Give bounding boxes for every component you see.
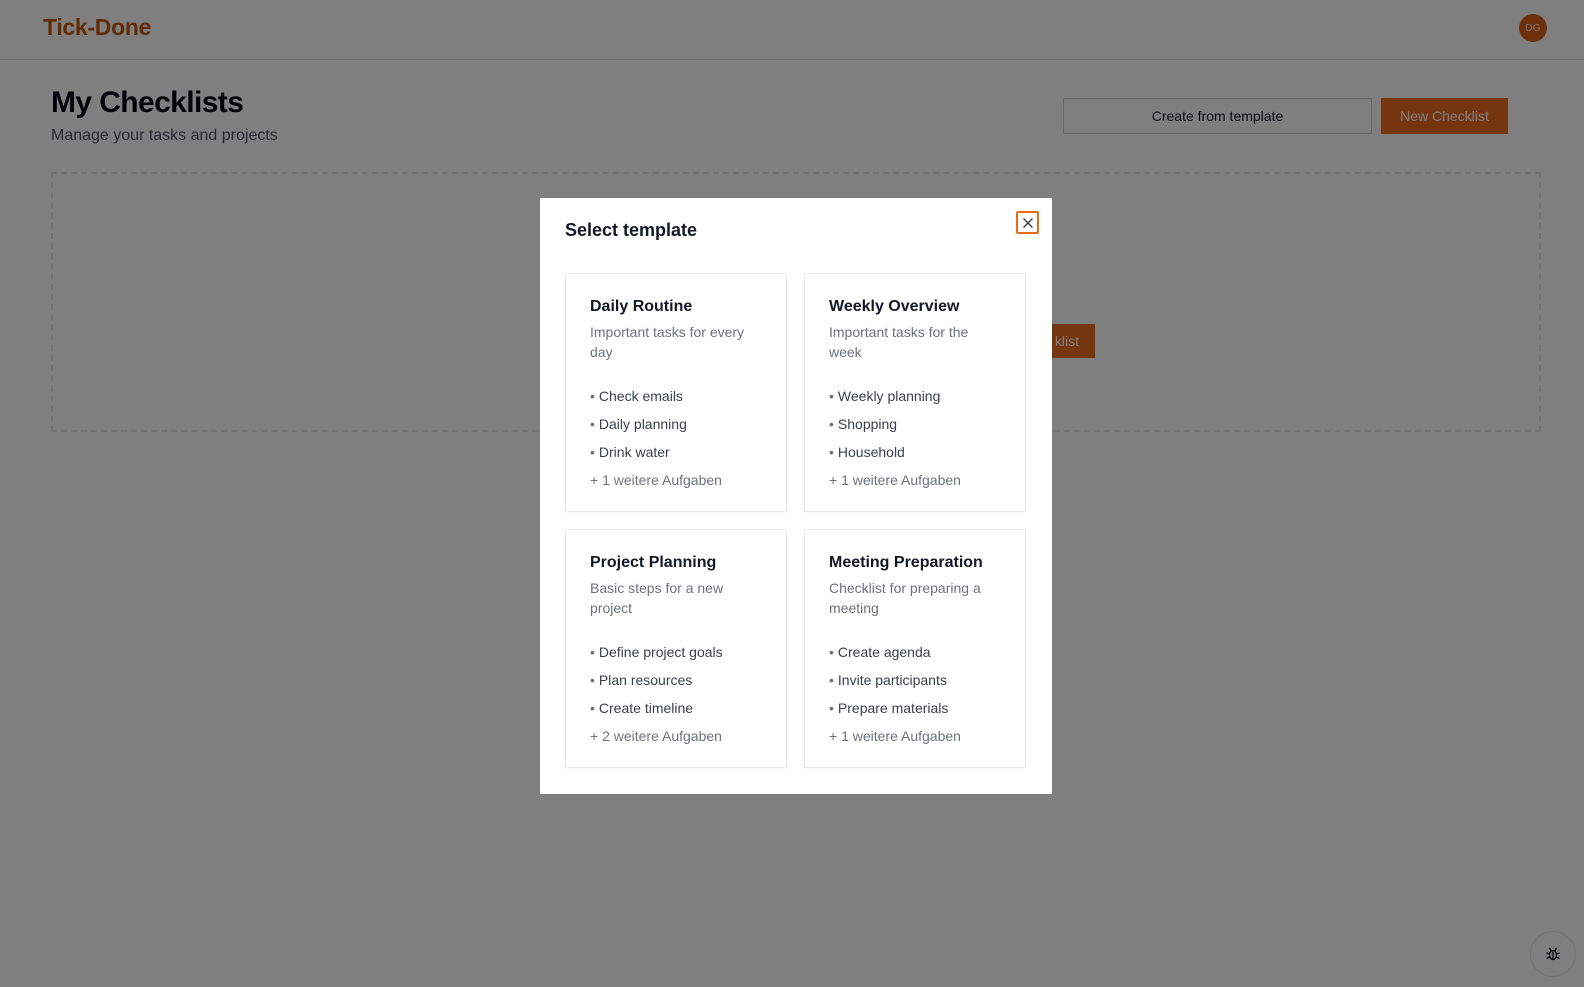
dialog-title: Select template — [565, 220, 698, 240]
template-card-meeting-preparation[interactable]: Meeting Preparation Checklist for prepar… — [804, 529, 1026, 768]
template-task: • Define project goals — [590, 642, 762, 662]
bullet: • — [829, 672, 834, 688]
template-task-label: Define project goals — [598, 644, 723, 660]
template-description: Important tasks for the week — [829, 324, 969, 360]
template-more-tasks: + 2 weitere Aufgaben — [590, 728, 722, 744]
bullet: • — [829, 644, 834, 660]
template-task-label: Create timeline — [598, 700, 694, 716]
template-more-tasks: + 1 weitere Aufgaben — [829, 728, 961, 744]
bullet: • — [829, 444, 834, 460]
bullet: • — [590, 644, 595, 660]
template-task-label: Drink water — [598, 444, 670, 460]
template-task: • Create timeline — [590, 698, 762, 718]
template-task-label: Check emails — [598, 388, 683, 404]
bullet: • — [590, 416, 595, 432]
template-title: Meeting Preparation — [829, 554, 983, 571]
template-task-label: Household — [837, 444, 905, 460]
template-card-weekly-overview[interactable]: Weekly Overview Important tasks for the … — [804, 273, 1026, 512]
template-task-label: Weekly planning — [837, 388, 941, 404]
template-task: • Daily planning — [590, 414, 762, 434]
template-task-list: • Weekly planning • Shopping • Household — [829, 386, 1001, 462]
template-task-label: Create agenda — [837, 644, 931, 660]
template-title: Weekly Overview — [829, 298, 960, 315]
template-task: • Plan resources — [590, 670, 762, 690]
template-task: • Create agenda — [829, 642, 1001, 662]
template-task-label: Daily planning — [598, 416, 687, 432]
bullet: • — [590, 700, 595, 716]
bullet: • — [829, 388, 834, 404]
template-task-list: • Create agenda • Invite participants • Pre… — [829, 642, 1001, 718]
template-task-label: Plan resources — [598, 672, 693, 688]
template-task-label: Shopping — [837, 416, 898, 432]
bullet: • — [829, 700, 834, 716]
template-card-daily-routine[interactable]: Daily Routine Important tasks for every … — [565, 273, 787, 512]
close-icon — [1022, 217, 1033, 228]
template-task-label: Prepare materials — [837, 700, 949, 716]
template-task-label: Invite participants — [837, 672, 947, 688]
template-task: • Drink water — [590, 442, 762, 462]
bullet: • — [590, 388, 595, 404]
template-task-list: • Define project goals • Plan resources • C… — [590, 642, 762, 718]
template-description: Checklist for preparing a meeting — [829, 580, 981, 616]
template-more-tasks: + 1 weitere Aufgaben — [590, 472, 722, 488]
bullet: • — [590, 672, 595, 688]
template-task: • Shopping — [829, 414, 1001, 434]
select-template-dialog: Select template Daily Routine Important … — [540, 198, 1052, 794]
template-card-project-planning[interactable]: Project Planning Basic steps for a new p… — [565, 529, 787, 768]
template-grid: Daily Routine Important tasks for every … — [565, 273, 1026, 768]
template-task: • Weekly planning — [829, 386, 1001, 406]
bullet: • — [590, 444, 595, 460]
template-description: Important tasks for every day — [590, 324, 745, 360]
template-description: Basic steps for a new project — [590, 580, 724, 616]
template-title: Daily Routine — [590, 298, 693, 315]
close-dialog-button[interactable] — [1016, 211, 1039, 234]
template-task: • Invite participants — [829, 670, 1001, 690]
template-task: • Household — [829, 442, 1001, 462]
template-title: Project Planning — [590, 554, 717, 571]
bullet: • — [829, 416, 834, 432]
template-task-list: • Check emails • Daily planning • Drink wat… — [590, 386, 762, 462]
template-more-tasks: + 1 weitere Aufgaben — [829, 472, 961, 488]
template-task: • Check emails — [590, 386, 762, 406]
template-task: • Prepare materials — [829, 698, 1001, 718]
